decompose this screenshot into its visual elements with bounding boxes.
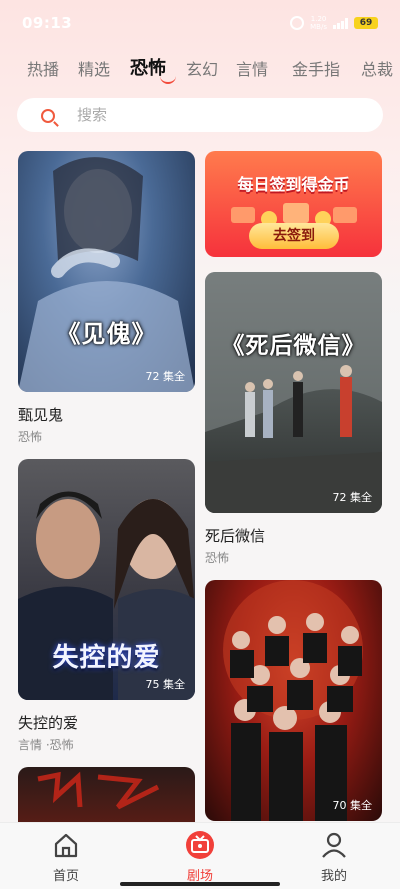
poster-artwork: [18, 157, 195, 392]
episode-count: 75 集全: [145, 678, 186, 691]
nav-profile-label: 我的: [320, 869, 347, 884]
checkin-button[interactable]: 去签到: [249, 223, 339, 249]
status-bar: 09:13 1.20 MB/s 69: [0, 0, 400, 44]
profile-icon: [322, 832, 346, 858]
drama-title[interactable]: 甄见鬼: [18, 404, 63, 425]
drama-tags: 恐怖: [205, 551, 230, 565]
net-speed-unit: MB/s: [310, 23, 327, 31]
drama-tags: 恐怖: [18, 430, 43, 444]
poster-artwork: [37, 771, 160, 810]
theater-icon: [186, 831, 214, 859]
status-icons: 1.20 MB/s 69: [290, 15, 378, 31]
search-bar[interactable]: [17, 98, 383, 132]
tab-hot[interactable]: 热播: [27, 56, 59, 80]
nav-home-label: 首页: [52, 869, 79, 884]
tab-romance[interactable]: 言情: [236, 56, 268, 80]
home-indicator[interactable]: [120, 882, 280, 886]
checkin-banner[interactable]: 每日签到得金币 去签到: [205, 151, 382, 257]
search-icon: [41, 109, 55, 123]
poster-title: 《见傀》: [56, 320, 157, 348]
tab-ceo[interactable]: 总裁: [361, 56, 393, 80]
poster-artwork: [205, 272, 382, 513]
status-time: 09:13: [22, 14, 73, 32]
alarm-icon: [290, 16, 305, 30]
nav-profile[interactable]: 我的: [294, 823, 374, 889]
episode-count: 70 集全: [332, 799, 373, 812]
tab-featured[interactable]: 精选: [78, 56, 110, 80]
drama-poster[interactable]: 70 集全: [205, 580, 382, 821]
poster-title: 《死后微信》: [221, 333, 366, 359]
drama-poster[interactable]: 《死后微信》 72 集全: [205, 272, 382, 513]
poster-title: 失控的爱: [52, 643, 161, 673]
signal-icon: [333, 17, 348, 29]
nav-home[interactable]: 首页: [26, 823, 106, 889]
tab-golden-finger[interactable]: 金手指: [292, 56, 340, 80]
drama-poster[interactable]: 失控的爱 75 集全: [18, 459, 195, 700]
drama-title[interactable]: 死后微信: [205, 525, 265, 546]
network-speed: 1.20 MB/s: [310, 15, 327, 31]
bottom-navigation: 首页 剧场 我的: [0, 822, 400, 889]
home-icon: [54, 833, 78, 858]
category-tabs: 热播 精选 恐怖 玄幻 言情 金手指 总裁: [0, 52, 400, 86]
episode-count: 72 集全: [145, 370, 186, 383]
battery-icon: 69: [354, 17, 378, 29]
drama-tags: 言情 ·恐怖: [18, 738, 74, 752]
banner-headline: 每日签到得金币: [237, 175, 350, 194]
search-input[interactable]: [77, 98, 367, 132]
drama-title[interactable]: 失控的爱: [18, 712, 78, 733]
drama-poster[interactable]: 《见傀》 72 集全: [18, 151, 195, 392]
poster-artwork: [223, 580, 363, 821]
tab-fantasy[interactable]: 玄幻: [186, 56, 218, 80]
nav-theater[interactable]: 剧场: [160, 823, 240, 889]
drama-poster[interactable]: [18, 767, 195, 827]
episode-count: 72 集全: [332, 491, 373, 504]
net-speed-value: 1.20: [310, 15, 327, 23]
